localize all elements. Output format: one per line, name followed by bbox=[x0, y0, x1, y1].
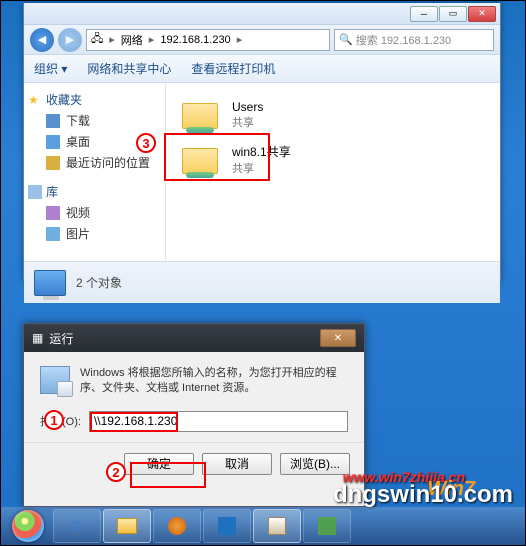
breadcrumb-part[interactable]: 网络 bbox=[121, 32, 143, 48]
sidebar-item-video[interactable]: 视频 bbox=[28, 202, 161, 223]
run-dialog: ▦ 运行 ✕ Windows 将根据您所输入的名称，为您打开相应的程序、文件夹、文… bbox=[23, 323, 365, 507]
nav-forward-button[interactable]: ▶ bbox=[58, 28, 82, 52]
search-icon: 🔍 bbox=[339, 33, 353, 46]
desktop-icon bbox=[46, 135, 60, 149]
taskbar-ie[interactable]: e bbox=[53, 509, 101, 543]
maximize-button[interactable]: ▭ bbox=[439, 6, 467, 22]
taskbar-app[interactable] bbox=[203, 509, 251, 543]
breadcrumb-part[interactable]: 192.168.1.230 bbox=[160, 34, 230, 46]
recent-icon bbox=[46, 156, 60, 170]
network-icon: 🖧 bbox=[91, 30, 103, 49]
media-icon bbox=[168, 517, 186, 535]
sidebar-item-pictures[interactable]: 图片 bbox=[28, 223, 161, 244]
folder-sub: 共享 bbox=[232, 114, 263, 130]
run-icon: ▦ bbox=[32, 331, 43, 345]
taskbar-media-player[interactable] bbox=[153, 509, 201, 543]
sidebar-item-recent[interactable]: 最近访问的位置 bbox=[28, 152, 161, 173]
sidebar-item-desktop[interactable]: 桌面 bbox=[28, 131, 161, 152]
search-input[interactable]: 🔍 搜索 192.168.1.230 bbox=[334, 29, 494, 51]
close-button[interactable]: ✕ bbox=[468, 6, 496, 22]
download-icon bbox=[46, 114, 60, 128]
shared-folder-icon bbox=[182, 99, 222, 131]
folder-sub: 共享 bbox=[232, 160, 291, 176]
folder-item-win81share[interactable]: win8.1共享共享 bbox=[176, 139, 490, 180]
shared-folder-icon bbox=[182, 144, 222, 176]
explorer-window: ─ ▭ ✕ ◀ ▶ 🖧 ▸ 网络 ▸ 192.168.1.230 ▸ 🔍 搜索 … bbox=[23, 3, 501, 281]
picture-icon bbox=[46, 227, 60, 241]
folder-content: Users共享 win8.1共享共享 3 bbox=[166, 83, 500, 261]
sidebar-libraries-header[interactable]: 库 bbox=[28, 183, 161, 200]
status-bar: 2 个对象 bbox=[24, 261, 500, 303]
folder-icon bbox=[117, 518, 137, 534]
run-dialog-close-button[interactable]: ✕ bbox=[320, 329, 356, 347]
video-icon bbox=[46, 206, 60, 220]
run-program-icon bbox=[40, 366, 70, 394]
computer-icon bbox=[34, 270, 66, 296]
sidebar: ★收藏夹 下载 桌面 最近访问的位置 库 视频 图片 bbox=[24, 83, 166, 261]
minimize-button[interactable]: ─ bbox=[410, 6, 438, 22]
network-sharing-center[interactable]: 网络和共享中心 bbox=[87, 60, 171, 77]
explorer-titlebar: ─ ▭ ✕ bbox=[24, 3, 500, 25]
address-bar[interactable]: 🖧 ▸ 网络 ▸ 192.168.1.230 ▸ bbox=[86, 29, 330, 51]
folder-name: Users bbox=[232, 100, 263, 114]
star-icon: ★ bbox=[28, 93, 42, 107]
windows-orb-icon bbox=[12, 510, 44, 542]
nav-back-button[interactable]: ◀ bbox=[30, 28, 54, 52]
browse-button[interactable]: 浏览(B)... bbox=[280, 453, 350, 475]
navbar: ◀ ▶ 🖧 ▸ 网络 ▸ 192.168.1.230 ▸ 🔍 搜索 192.16… bbox=[24, 25, 500, 55]
folder-name: win8.1共享 bbox=[232, 143, 291, 160]
open-label: 打开(O): bbox=[40, 413, 81, 429]
taskbar-explorer[interactable] bbox=[103, 509, 151, 543]
search-placeholder: 搜索 192.168.1.230 bbox=[356, 32, 451, 48]
watermark-dngswin10: dngswin10.com bbox=[333, 481, 513, 509]
run-description: Windows 将根据您所输入的名称，为您打开相应的程序、文件夹、文档或 Int… bbox=[80, 366, 348, 397]
run-input[interactable] bbox=[89, 411, 348, 432]
folder-item-users[interactable]: Users共享 bbox=[176, 95, 490, 135]
taskbar-paint[interactable] bbox=[253, 509, 301, 543]
paint-icon bbox=[268, 517, 286, 535]
taskbar: e bbox=[1, 507, 525, 545]
organize-menu[interactable]: 组织 ▾ bbox=[34, 60, 67, 77]
app2-icon bbox=[318, 517, 336, 535]
view-remote-printers[interactable]: 查看远程打印机 bbox=[191, 60, 275, 77]
ie-icon: e bbox=[73, 517, 82, 535]
run-dialog-title: 运行 bbox=[49, 330, 73, 347]
start-button[interactable] bbox=[5, 509, 51, 543]
run-dialog-titlebar: ▦ 运行 ✕ bbox=[24, 324, 364, 352]
library-icon bbox=[28, 185, 42, 199]
sidebar-item-downloads[interactable]: 下载 bbox=[28, 110, 161, 131]
ok-button[interactable]: 确定 bbox=[124, 453, 194, 475]
cancel-button[interactable]: 取消 bbox=[202, 453, 272, 475]
toolbar: 组织 ▾ 网络和共享中心 查看远程打印机 bbox=[24, 55, 500, 83]
status-text: 2 个对象 bbox=[76, 274, 122, 291]
app-icon bbox=[218, 517, 236, 535]
sidebar-favorites-header[interactable]: ★收藏夹 bbox=[28, 91, 161, 108]
dialog-button-row: 确定 取消 浏览(B)... bbox=[24, 442, 364, 485]
taskbar-app2[interactable] bbox=[303, 509, 351, 543]
